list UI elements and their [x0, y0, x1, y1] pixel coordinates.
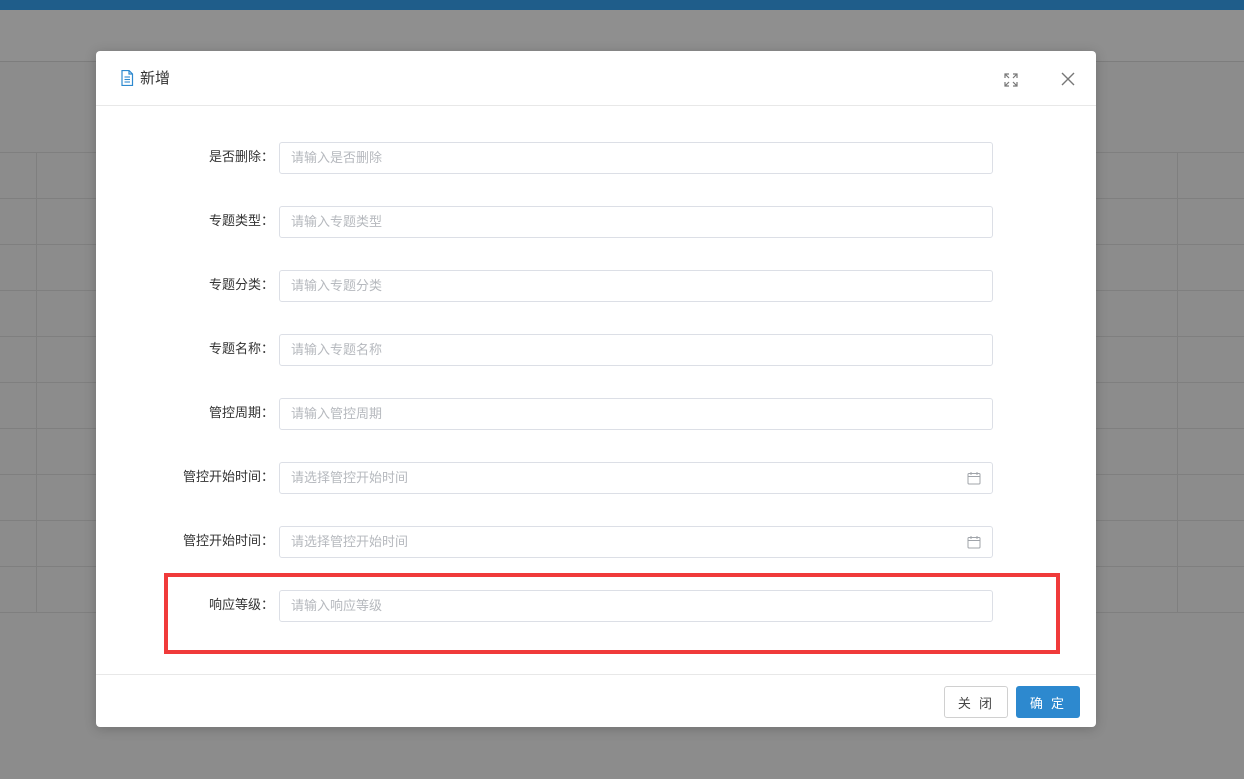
topic-category-label: 专题分类： — [208, 278, 274, 293]
confirm-button[interactable]: 确 定 — [1016, 686, 1080, 718]
table-column-divider — [36, 152, 37, 613]
dialog-footer: 关 闭 确 定 — [96, 674, 1096, 727]
table-column-divider — [1177, 152, 1178, 613]
form-row-topic-type: 专题类型： — [96, 206, 1096, 238]
form-row-control-start-time: 管控开始时间： — [96, 462, 1096, 494]
topic-name-label: 专题名称： — [208, 342, 274, 357]
topic-category-input[interactable] — [279, 270, 993, 302]
form-row-topic-category: 专题分类： — [96, 270, 1096, 302]
response-level-input[interactable] — [279, 590, 993, 622]
control-start-time-label: 管控开始时间： — [182, 470, 274, 485]
close-icon[interactable] — [1059, 70, 1077, 88]
close-button[interactable]: 关 闭 — [944, 686, 1008, 718]
topic-type-label: 专题类型： — [208, 214, 274, 229]
calendar-icon[interactable] — [967, 535, 981, 549]
topic-type-input[interactable] — [279, 206, 993, 238]
calendar-icon[interactable] — [967, 471, 981, 485]
control-start-time-date-picker-2[interactable] — [279, 526, 993, 558]
is-deleted-label: 是否删除： — [208, 150, 274, 165]
document-icon — [121, 70, 134, 86]
form-row-control-start-time-2: 管控开始时间： — [96, 526, 1096, 558]
topic-name-input[interactable] — [279, 334, 993, 366]
form-row-is-deleted: 是否删除： — [96, 142, 1096, 174]
dialog-header: 新增 — [96, 51, 1096, 106]
control-start-time-label-2: 管控开始时间： — [182, 534, 274, 549]
control-period-input[interactable] — [279, 398, 993, 430]
form-row-response-level: 响应等级： — [96, 590, 1096, 622]
response-level-label: 响应等级： — [208, 598, 274, 613]
form-row-control-period: 管控周期： — [96, 398, 1096, 430]
control-period-label: 管控周期： — [208, 406, 274, 421]
add-dialog: 新增 是否删除： 专题类型： 专题分类： 专题名称： 管控周期： 管 — [96, 51, 1096, 727]
is-deleted-input[interactable] — [279, 142, 993, 174]
control-start-time-date-picker[interactable] — [279, 462, 993, 494]
dialog-title: 新增 — [140, 69, 171, 87]
form-row-topic-name: 专题名称： — [96, 334, 1096, 366]
app-top-bar — [0, 0, 1244, 10]
maximize-icon[interactable] — [1003, 72, 1019, 88]
